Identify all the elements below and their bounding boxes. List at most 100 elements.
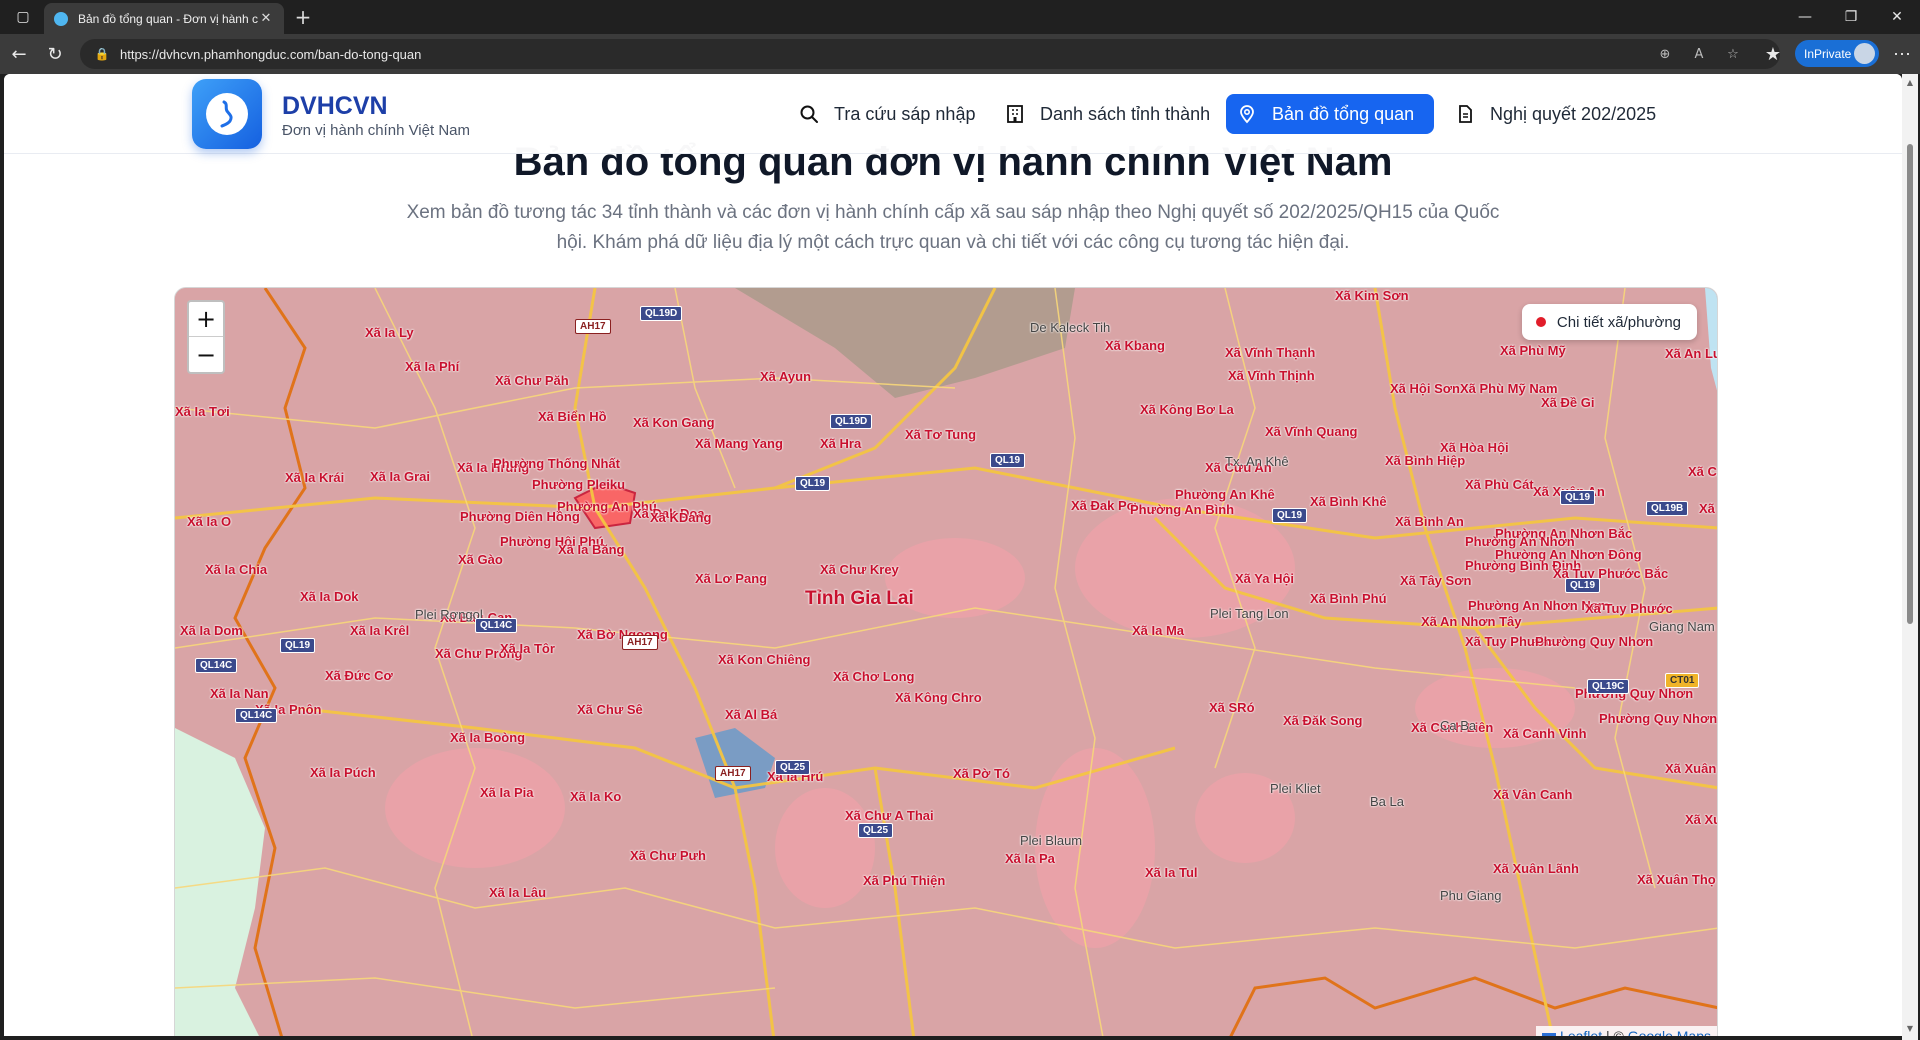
commune-label[interactable]: Xã Ia Dok <box>300 589 359 604</box>
commune-label[interactable]: Xã Bình Khê <box>1310 494 1387 509</box>
commune-label[interactable]: Xã Chư Păh <box>495 373 569 388</box>
commune-label[interactable]: Xã Ia Grai <box>370 469 430 484</box>
commune-label[interactable]: Xã Ia Phí <box>405 359 459 374</box>
commune-label[interactable]: Xã Gào <box>458 552 503 567</box>
commune-label[interactable]: Xã Bình An <box>1395 514 1464 529</box>
commune-label[interactable]: Xã Ia Krái <box>285 470 344 485</box>
scroll-up-icon[interactable]: ▲ <box>1905 78 1915 88</box>
commune-label[interactable]: Xã Ya Hội <box>1235 571 1294 586</box>
commune-label[interactable]: Phường Diên Hồng <box>460 509 580 524</box>
commune-label[interactable]: Xã Ia Tôr <box>500 641 555 656</box>
commune-label[interactable]: Phường Quy Nhơn Tây <box>1599 711 1717 726</box>
commune-label[interactable]: Xã KDang <box>650 510 711 525</box>
commune-label[interactable]: Xã Tuy Phước <box>1585 601 1673 616</box>
commune-label[interactable]: Xã Bình Hiệp <box>1385 453 1465 468</box>
commune-label[interactable]: Xã Ia Boòng <box>450 730 525 745</box>
commune-label[interactable]: Xã Lơ Pang <box>695 571 767 586</box>
commune-label[interactable]: Xã Vĩnh Thạnh <box>1225 345 1315 360</box>
commune-label[interactable]: Xã Chư Pưh <box>630 848 706 863</box>
commune-label[interactable]: Xã Cát <box>1688 464 1717 479</box>
commune-label[interactable]: Xã Kon Chiêng <box>718 652 810 667</box>
minimize-icon[interactable]: — <box>1782 0 1828 34</box>
commune-label[interactable]: Xã Đức Cơ <box>325 668 393 683</box>
commune-label[interactable]: Xã Vân Canh <box>1493 787 1572 802</box>
commune-label[interactable]: Xã Xuân <box>1685 812 1717 827</box>
commune-label[interactable]: Xã Pờ Tó <box>953 766 1010 781</box>
browser-tab[interactable]: Bản đồ tổng quan - Đơn vị hành c ✕ <box>44 3 284 34</box>
zoom-out-button[interactable]: − <box>189 337 223 372</box>
commune-label[interactable]: Xã Hội Sơn <box>1390 381 1460 396</box>
read-aloud-icon[interactable]: A <box>1686 39 1712 69</box>
commune-label[interactable]: Phường Quy Nhơn <box>1535 634 1653 649</box>
inprivate-badge[interactable]: InPrivate <box>1795 40 1879 67</box>
scrollbar-thumb[interactable] <box>1907 144 1913 624</box>
favorites-icon[interactable]: ★ <box>1758 40 1788 68</box>
commune-label[interactable]: Xã Ia Dom <box>180 623 243 638</box>
commune-label[interactable]: Xã Đề Gi <box>1541 395 1594 410</box>
commune-label[interactable]: Xã An Lư <box>1665 346 1717 361</box>
map-container[interactable]: Tỉnh Gia Lai Xã Kim Sơn De Kaleck Tih Xã… <box>174 287 1718 1036</box>
commune-label[interactable]: Xã Chư Krey <box>820 562 899 577</box>
page-scrollbar[interactable]: ▲ ▼ <box>1902 74 1918 1040</box>
commune-label[interactable]: Xã SRó <box>1209 700 1255 715</box>
commune-label[interactable]: Xã Al Bá <box>725 707 777 722</box>
commune-label[interactable]: Xã Phú Thiện <box>863 873 945 888</box>
commune-label[interactable]: Xã Ia Tul <box>1145 865 1198 880</box>
commune-label[interactable]: Xã Kbang <box>1105 338 1165 353</box>
commune-label[interactable]: Xã Vĩnh Quang <box>1265 424 1357 439</box>
zoom-in-button[interactable]: + <box>189 302 223 337</box>
scroll-down-icon[interactable]: ▼ <box>1905 1024 1915 1034</box>
commune-label[interactable]: Xã Ia Ko <box>570 789 621 804</box>
nav-danh-sach-tinh-thanh[interactable]: Danh sách tỉnh thành <box>994 94 1220 134</box>
commune-label[interactable]: Xã Kon Gang <box>633 415 715 430</box>
commune-label[interactable]: Xã Ia Ly <box>365 325 414 340</box>
commune-label[interactable]: Xã Biển Hồ <box>538 409 607 424</box>
commune-label[interactable]: Xã Ia Nan <box>210 686 269 701</box>
commune-label[interactable]: Xã Ayun <box>760 369 811 384</box>
commune-label[interactable]: Xã Canh Vinh <box>1503 726 1587 741</box>
commune-label[interactable]: Xã Ia Chia <box>205 562 267 577</box>
commune-label[interactable]: Phường Thống Nhất <box>493 456 620 471</box>
commune-label[interactable]: Xã Kông Bơ La <box>1140 402 1234 417</box>
commune-label[interactable]: Xã Kông Chro <box>895 690 982 705</box>
refresh-icon[interactable]: ↻ <box>40 40 70 68</box>
commune-label[interactable]: Xã Ia Pa <box>1005 851 1055 866</box>
leaflet-link[interactable]: Leaflet <box>1560 1028 1602 1036</box>
nav-nghi-quyet[interactable]: Nghị quyết 202/2025 <box>1444 94 1666 134</box>
commune-detail-toggle[interactable]: Chi tiết xã/phường <box>1521 304 1697 340</box>
commune-label[interactable]: Xã Hra <box>820 436 861 451</box>
commune-label[interactable]: Phường Pleiku <box>532 477 625 492</box>
commune-label[interactable]: Phường An Bình <box>1130 502 1234 517</box>
site-logo[interactable] <box>192 79 262 149</box>
commune-label[interactable]: Xã Xuân Lãnh <box>1493 861 1579 876</box>
commune-label[interactable]: Xã Xuân Thọ <box>1637 872 1716 887</box>
commune-label[interactable]: Xã Ia Krêl <box>350 623 409 638</box>
close-tab-icon[interactable]: ✕ <box>258 11 274 26</box>
commune-label[interactable]: Xã An Nhơn Tây <box>1421 614 1522 629</box>
commune-label[interactable]: Xã Phù Mỹ Nam <box>1460 381 1558 396</box>
google-maps-link[interactable]: Google Maps <box>1628 1028 1711 1036</box>
commune-label[interactable]: Xã Kim Sơn <box>1335 288 1409 303</box>
commune-label[interactable]: Xã Ia Băng <box>558 542 624 557</box>
restore-icon[interactable]: ❐ <box>1828 0 1874 34</box>
tab-actions-icon[interactable]: ▢ <box>0 0 46 34</box>
commune-label[interactable]: Xã Vĩnh Thịnh <box>1228 368 1315 383</box>
nav-ban-do-tong-quan[interactable]: Bản đồ tổng quan <box>1226 94 1434 134</box>
commune-label[interactable]: Xã Ia Púch <box>310 765 376 780</box>
url-field[interactable]: 🔒 https://dvhcvn.phamhongduc.com/ban-do-… <box>80 39 1780 69</box>
commune-label[interactable]: Xã Ia Lâu <box>489 885 546 900</box>
close-window-icon[interactable]: ✕ <box>1874 0 1920 34</box>
nav-tra-cuu-sap-nhap[interactable]: Tra cứu sáp nhập <box>788 94 985 134</box>
back-icon[interactable]: ← <box>4 40 34 68</box>
commune-label[interactable]: Xã Chư A Thai <box>845 808 934 823</box>
new-tab-icon[interactable]: + <box>290 4 316 30</box>
commune-label[interactable]: Xã Phù Cát <box>1465 477 1534 492</box>
commune-label[interactable]: Xã Đak Pơ <box>1071 498 1136 513</box>
commune-label[interactable]: Xã Ia Pia <box>480 785 533 800</box>
favorite-star-icon[interactable]: ☆ <box>1720 39 1746 69</box>
commune-label[interactable]: Xã Ia Ma <box>1132 623 1184 638</box>
commune-label[interactable]: Xã Chơ Long <box>833 669 914 684</box>
commune-label[interactable]: Xã Tơ Tung <box>905 427 976 442</box>
commune-label[interactable]: Xã Phù Mỹ <box>1500 343 1566 358</box>
commune-label[interactable]: Xã Chư Sê <box>577 702 643 717</box>
